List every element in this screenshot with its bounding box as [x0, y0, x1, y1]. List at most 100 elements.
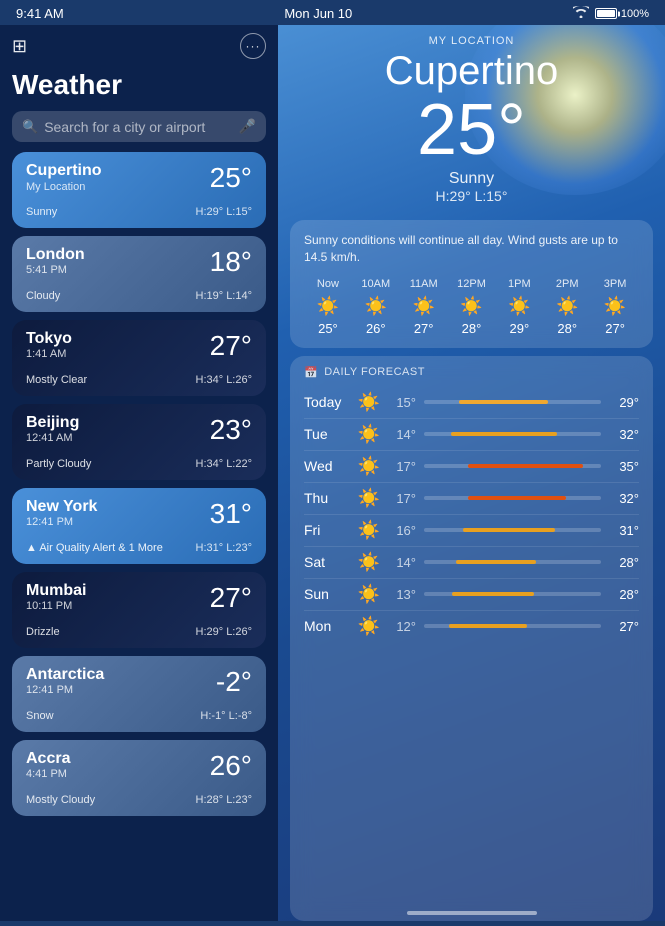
hour-temp: 28°: [448, 321, 496, 336]
card-bottom: Sunny H:29° L:15°: [26, 206, 252, 218]
day-icon: ☀️: [354, 616, 384, 637]
day-icon: ☀️: [354, 488, 384, 509]
city-hl: H:31° L:23°: [196, 542, 253, 554]
city-condition: Partly Cloudy: [26, 458, 91, 470]
day-low: 17°: [384, 459, 416, 474]
city-card[interactable]: Mumbai 10:11 PM 27° Drizzle H:29° L:26°: [12, 572, 266, 648]
city-temp: 27°: [210, 582, 252, 614]
day-low: 17°: [384, 491, 416, 506]
temp-bar-fill: [468, 464, 583, 468]
city-hl: H:19° L:14°: [196, 290, 253, 302]
city-card[interactable]: Antarctica 12:41 PM -2° Snow H:-1° L:-8°: [12, 656, 266, 732]
hour-temp: 28°: [543, 321, 591, 336]
city-hl: H:-1° L:-8°: [200, 710, 252, 722]
hour-item: 10AM ☀️ 26°: [352, 278, 400, 336]
wifi-icon: [573, 6, 589, 21]
city-name: Cupertino: [26, 162, 102, 180]
daily-forecast-label: DAILY FORECAST: [324, 366, 425, 378]
day-icon: ☀️: [354, 520, 384, 541]
hourly-forecast: Now ☀️ 25° 10AM ☀️ 26° 11AM ☀️ 27° 12PM …: [304, 278, 639, 336]
city-name: Tokyo: [26, 330, 72, 348]
city-card[interactable]: London 5:41 PM 18° Cloudy H:19° L:14°: [12, 236, 266, 312]
temp-bar: [424, 464, 601, 468]
home-indicator: [407, 911, 537, 915]
card-top: Beijing 12:41 AM 23°: [26, 414, 252, 446]
city-card[interactable]: Beijing 12:41 AM 23° Partly Cloudy H:34°…: [12, 404, 266, 480]
hour-icon: ☀️: [543, 296, 591, 317]
day-icon: ☀️: [354, 552, 384, 573]
hour-icon: ☀️: [352, 296, 400, 317]
city-condition: Snow: [26, 710, 54, 722]
card-top: Mumbai 10:11 PM 27°: [26, 582, 252, 614]
temp-bar: [424, 528, 601, 532]
more-button[interactable]: ···: [240, 33, 266, 59]
daily-row: Today ☀️ 15° 29°: [304, 387, 639, 419]
day-name: Sun: [304, 586, 354, 602]
city-time: 5:41 PM: [26, 264, 85, 276]
city-condition: Mostly Clear: [26, 374, 87, 386]
current-weather-header: MY LOCATION Cupertino 25° Sunny H:29° L:…: [278, 25, 665, 220]
hour-icon: ☀️: [304, 296, 352, 317]
day-low: 13°: [384, 587, 416, 602]
city-card[interactable]: Tokyo 1:41 AM 27° Mostly Clear H:34° L:2…: [12, 320, 266, 396]
card-bottom: Snow H:-1° L:-8°: [26, 710, 252, 722]
city-temp: 27°: [210, 330, 252, 362]
city-hl: H:29° L:26°: [196, 626, 253, 638]
temp-bar-fill: [468, 496, 565, 500]
temp-bar-fill: [456, 560, 536, 564]
city-card[interactable]: Cupertino My Location 25° Sunny H:29° L:…: [12, 152, 266, 228]
city-condition: Cloudy: [26, 290, 60, 302]
daily-row: Thu ☀️ 17° 32°: [304, 483, 639, 515]
city-name: Accra: [26, 750, 70, 768]
search-bar[interactable]: 🔍 🎤: [12, 111, 266, 142]
day-name: Sat: [304, 554, 354, 570]
card-bottom: Mostly Cloudy H:28° L:23°: [26, 794, 252, 806]
temp-bar: [424, 560, 601, 564]
day-icon: ☀️: [354, 424, 384, 445]
hour-icon: ☀️: [495, 296, 543, 317]
city-card[interactable]: Accra 4:41 PM 26° Mostly Cloudy H:28° L:…: [12, 740, 266, 816]
card-top: Antarctica 12:41 PM -2°: [26, 666, 252, 698]
city-card[interactable]: New York 12:41 PM 31° ▲ Air Quality Aler…: [12, 488, 266, 564]
status-right: 100%: [573, 6, 649, 21]
day-high: 35°: [609, 459, 639, 474]
hour-icon: ☀️: [400, 296, 448, 317]
search-input[interactable]: [44, 119, 232, 135]
alert-icon: ▲ Air Quality Alert & 1 More: [26, 542, 163, 554]
card-top: Accra 4:41 PM 26°: [26, 750, 252, 782]
day-high: 31°: [609, 523, 639, 538]
sidebar-icon[interactable]: ⊞: [12, 36, 27, 57]
calendar-icon: 📅: [304, 366, 318, 379]
temp-bar-fill: [459, 400, 548, 404]
daily-forecast-header: 📅 DAILY FORECAST: [304, 366, 639, 379]
city-time: 12:41 PM: [26, 516, 97, 528]
daily-row: Tue ☀️ 14° 32°: [304, 419, 639, 451]
temp-bar: [424, 592, 601, 596]
card-top: Cupertino My Location 25°: [26, 162, 252, 194]
daily-row: Sun ☀️ 13° 28°: [304, 579, 639, 611]
daily-row: Sat ☀️ 14° 28°: [304, 547, 639, 579]
day-name: Thu: [304, 490, 354, 506]
daily-row: Wed ☀️ 17° 35°: [304, 451, 639, 483]
hour-label: Now: [304, 278, 352, 290]
city-hl: H:28° L:23°: [196, 794, 253, 806]
hour-label: 1PM: [495, 278, 543, 290]
card-top: New York 12:41 PM 31°: [26, 498, 252, 530]
city-time: 1:41 AM: [26, 348, 72, 360]
day-high: 32°: [609, 491, 639, 506]
day-icon: ☀️: [354, 584, 384, 605]
city-sublabel: My Location: [26, 181, 102, 193]
hour-item: 2PM ☀️ 28°: [543, 278, 591, 336]
city-name: Mumbai: [26, 582, 86, 600]
hour-label: 2PM: [543, 278, 591, 290]
temp-bar-fill: [451, 432, 557, 436]
mic-icon[interactable]: 🎤: [239, 118, 256, 135]
day-name: Wed: [304, 458, 354, 474]
day-icon: ☀️: [354, 456, 384, 477]
city-hl: H:34° L:26°: [196, 374, 253, 386]
city-time: 12:41 AM: [26, 432, 79, 444]
daily-forecast-card: 📅 DAILY FORECAST Today ☀️ 15° 29° Tue ☀️…: [290, 356, 653, 921]
battery-percent: 100%: [621, 8, 649, 20]
city-list: Cupertino My Location 25° Sunny H:29° L:…: [12, 152, 266, 913]
hour-item: Now ☀️ 25°: [304, 278, 352, 336]
